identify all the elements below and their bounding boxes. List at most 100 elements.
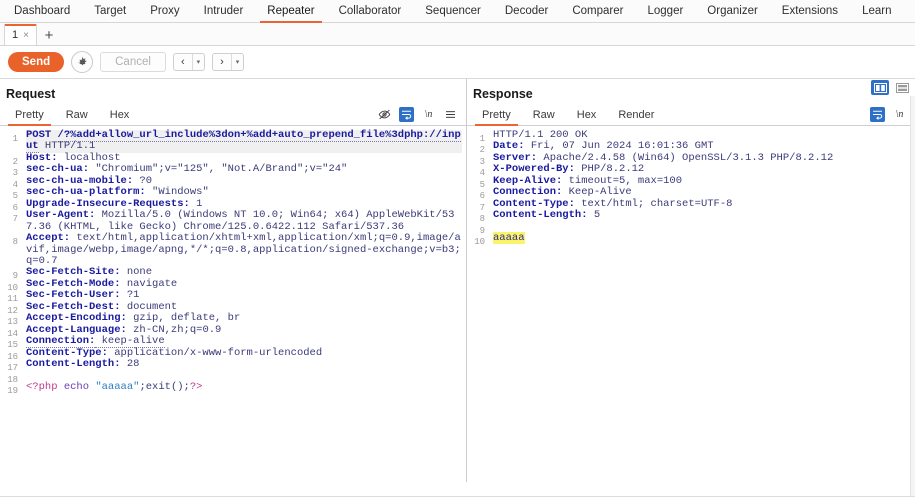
line-number: 4 [479,168,485,179]
request-tab-pretty[interactable]: Pretty [4,105,55,126]
menu-icon[interactable] [443,107,458,122]
line-number: 1 [479,134,485,144]
tab-label: Hex [576,108,597,121]
nav-tab-label: Sequencer [425,5,481,17]
line-number: 5 [479,179,485,190]
newline-icon[interactable]: \n [421,107,436,122]
repeater-tab-strip: 1 × + [0,23,915,46]
tab-label: Pretty [15,108,44,121]
nav-tab-proxy[interactable]: Proxy [138,0,191,22]
request-body[interactable]: POST /?%add+allow_url_include%3don+%add+… [21,126,466,482]
nav-tab-label: Decoder [504,5,549,17]
code-line: Content-Length: 28 [26,358,140,371]
response-tab-pretty[interactable]: Pretty [471,105,522,126]
line-number: 18 [7,374,18,385]
line-number: 4 [12,179,18,190]
word-wrap-icon[interactable] [399,107,414,122]
request-line-numbers: 1 2 3 4 5 6 7 8 9 10 11 12 13 14 15 16 17 18 19 [0,126,21,482]
tab-label: Pretty [482,108,511,121]
code-line: Accept: text/html,application/xhtml+xml,… [26,232,461,267]
nav-tab-organizer[interactable]: Organizer [695,0,770,22]
status-bar [0,496,915,500]
add-tab-button[interactable]: + [37,25,61,45]
nav-tab-sequencer[interactable]: Sequencer [413,0,493,22]
send-button[interactable]: Send [8,51,65,73]
nav-tab-extensions[interactable]: Extensions [770,0,850,22]
response-tab-icons: \n [870,107,915,122]
nav-tab-label: Organizer [707,5,758,17]
chevron-down-icon[interactable]: ▾ [232,54,244,70]
repeater-tab-label: 1 [12,29,19,41]
line-number: 8 [12,237,18,248]
code-line: Content-Length: 5 [493,209,601,222]
nav-tab-learn[interactable]: Learn [850,0,903,22]
repeater-tab-1[interactable]: 1 × [4,24,37,45]
nav-tab-label: Repeater [267,5,315,17]
code-line: User-Agent: Mozilla/5.0 (Windows NT 10.0… [26,209,455,233]
forward-arrow-icon[interactable]: › [213,54,231,70]
nav-tab-label: Collaborator [338,5,402,17]
line-number: 10 [474,237,485,248]
layout-toggle-group [871,80,911,95]
line-number: 6 [479,191,485,202]
nav-tab-label: Target [94,5,127,17]
request-view-tabs: Pretty Raw Hex \n [0,104,466,126]
nav-tab-repeater[interactable]: Repeater [255,0,326,23]
line-number: 10 [7,282,18,293]
line-number: 14 [7,328,18,339]
nav-tab-comparer[interactable]: Comparer [560,0,635,22]
tab-label: Raw [65,108,88,121]
line-number: 13 [7,317,18,328]
nav-tab-target[interactable]: Target [82,0,138,22]
nav-tab-intruder[interactable]: Intruder [192,0,256,22]
nav-tab-dashboard[interactable]: Dashboard [2,0,82,22]
response-tab-render[interactable]: Render [607,105,665,125]
line-number: 5 [12,191,18,202]
main-navigation: Dashboard Target Proxy Intruder Repeater Coll… [0,0,915,23]
newline-glyph: \n [424,109,433,120]
request-tab-hex[interactable]: Hex [99,105,141,125]
response-tab-raw[interactable]: Raw [522,105,566,125]
nav-tab-collaborator[interactable]: Collaborator [327,0,414,22]
line-number: 7 [479,202,485,213]
chevron-down-icon[interactable]: ▾ [193,54,205,70]
code-line: <?php echo "aaaaa";exit();?> [26,380,203,393]
response-pane: Response Pretty Raw Hex Render \n 1 2 3 … [467,79,915,482]
request-tab-icons: \n [377,107,466,122]
nav-tab-decoder[interactable]: Decoder [493,0,560,22]
request-editor[interactable]: 1 2 3 4 5 6 7 8 9 10 11 12 13 14 15 16 17 18 19 POST /?%ad… [0,126,466,482]
line-number: 16 [7,351,18,362]
request-pane: Request Pretty Raw Hex \n 1 2 3 4 5 6 7 … [0,79,467,482]
close-icon[interactable]: × [23,30,29,41]
nav-tab-logger[interactable]: Logger [635,0,695,22]
word-wrap-icon[interactable] [870,107,885,122]
line-number: 3 [12,168,18,179]
repeater-toolbar: Send Cancel ‹ ▾ › ▾ [0,46,915,79]
scrollbar-track[interactable] [910,96,915,500]
nav-tab-label: Dashboard [14,5,71,17]
nav-tab-label: Learn [862,5,892,17]
eye-slash-icon[interactable] [377,107,392,122]
line-number: 6 [12,202,18,213]
forward-button-group[interactable]: › ▾ [212,53,245,71]
cancel-button[interactable]: Cancel [100,52,166,72]
newline-icon[interactable]: \n [892,107,907,122]
stacked-layout-icon[interactable] [893,80,911,95]
back-button-group[interactable]: ‹ ▾ [172,53,206,71]
response-editor[interactable]: 1 2 3 4 5 6 7 8 9 10 HTTP/1.1 200 OK Date: Fri, 07… [467,126,915,482]
line-number: 11 [7,294,18,305]
line-number: 8 [479,214,485,225]
line-number: 7 [12,214,18,225]
burp-repeater-window: Dashboard Target Proxy Intruder Repeater Coll… [0,0,915,500]
nav-tab-label: Extensions [781,5,839,17]
response-tab-hex[interactable]: Hex [566,105,608,125]
line-number: 12 [7,305,18,316]
line-number: 19 [7,385,18,396]
response-line-numbers: 1 2 3 4 5 6 7 8 9 10 [467,126,488,482]
response-body[interactable]: HTTP/1.1 200 OK Date: Fri, 07 Jun 2024 16… [488,126,915,482]
back-arrow-icon[interactable]: ‹ [174,54,192,70]
code-line: POST /?%add+allow_url_include%3don+%add+… [26,129,462,154]
request-tab-raw[interactable]: Raw [55,105,99,125]
gear-icon[interactable] [71,51,94,73]
side-by-side-layout-icon[interactable] [871,80,889,95]
